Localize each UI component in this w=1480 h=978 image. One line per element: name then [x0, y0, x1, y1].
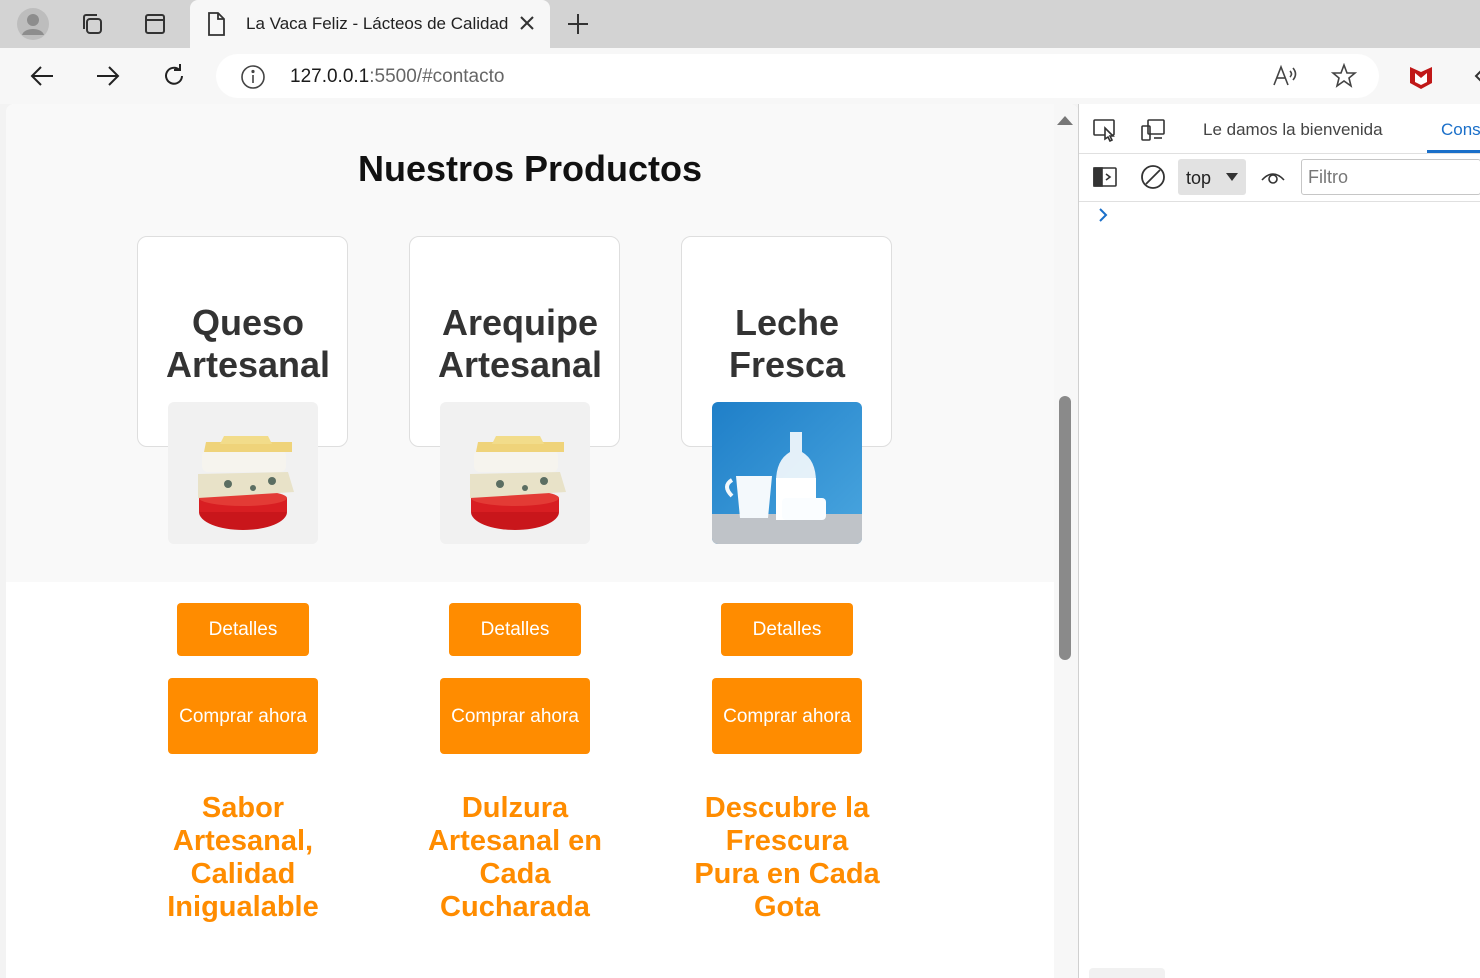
- arrow-right-icon: [97, 66, 120, 86]
- context-selector-value: top: [1186, 168, 1212, 188]
- new-tab-button[interactable]: [560, 6, 596, 42]
- tab-welcome[interactable]: Le damos la bienvenida: [1203, 120, 1383, 140]
- read-aloud-icon[interactable]: [1271, 63, 1299, 89]
- product-slogan: Descubre la Frescura Pura en Cada Gota: [694, 792, 880, 923]
- more-extensions-icon[interactable]: [1470, 62, 1480, 90]
- console-filter-input[interactable]: [1301, 159, 1480, 195]
- page-icon: [208, 12, 225, 36]
- product-title: Queso Artesanal: [165, 302, 331, 385]
- site-info-icon[interactable]: [240, 64, 266, 90]
- scrollbar-thumb[interactable]: [1059, 396, 1071, 660]
- back-button[interactable]: [24, 58, 60, 94]
- mcafee-extension-icon[interactable]: [1406, 63, 1436, 91]
- buy-now-button[interactable]: Comprar ahora: [168, 678, 318, 754]
- context-selector[interactable]: top: [1178, 159, 1246, 195]
- active-tab[interactable]: La Vaca Feliz - Lácteos de Calidad: [190, 0, 550, 48]
- drawer-tab[interactable]: [1089, 968, 1165, 978]
- buy-now-button[interactable]: Comprar ahora: [712, 678, 862, 754]
- arrow-left-icon: [30, 66, 53, 86]
- address-bar[interactable]: 127.0.0.1:5500/#contacto: [216, 54, 1379, 98]
- refresh-icon: [165, 64, 183, 85]
- cheese-stack-image: [168, 402, 318, 544]
- details-button[interactable]: Detalles: [721, 603, 853, 656]
- active-tab-indicator: [1427, 150, 1480, 153]
- console-toolbar: top: [1079, 154, 1480, 202]
- cheese-stack-image: [440, 402, 590, 544]
- milk-bottles-image: [712, 402, 862, 544]
- close-tab-icon[interactable]: [516, 12, 538, 34]
- chevron-down-icon: [1226, 173, 1238, 181]
- url-text: 127.0.0.1:5500/#contacto: [290, 66, 504, 88]
- clear-console-icon[interactable]: [1139, 163, 1167, 191]
- favorite-star-icon[interactable]: [1331, 63, 1357, 89]
- reload-button[interactable]: [156, 58, 192, 94]
- workspaces-icon[interactable]: [74, 6, 110, 42]
- product-title: Leche Fresca: [728, 302, 846, 385]
- browser-tab-strip: La Vaca Feliz - Lácteos de Calidad: [0, 0, 1480, 48]
- tab-actions-icon[interactable]: [137, 6, 173, 42]
- console-prompt-chevron-icon[interactable]: [1097, 206, 1109, 224]
- details-button[interactable]: Detalles: [177, 603, 309, 656]
- devtools-tab-bar: Le damos la bienvenida Cons: [1079, 104, 1480, 154]
- browser-toolbar: 127.0.0.1:5500/#contacto: [0, 48, 1480, 104]
- plus-icon: [568, 14, 588, 34]
- url-path: :5500/#contacto: [369, 66, 505, 87]
- device-emulation-icon[interactable]: [1139, 116, 1167, 144]
- buy-now-button[interactable]: Comprar ahora: [440, 678, 590, 754]
- tab-title: La Vaca Feliz - Lácteos de Calidad: [246, 14, 509, 33]
- forward-button[interactable]: [90, 58, 126, 94]
- profile-avatar-icon[interactable]: [15, 6, 51, 42]
- product-title: Arequipe Artesanal: [437, 302, 603, 385]
- scroll-up-arrow-icon[interactable]: [1057, 116, 1073, 125]
- devtools-panel: Le damos la bienvenida Cons top: [1078, 104, 1480, 978]
- url-host: 127.0.0.1: [290, 66, 370, 87]
- product-slogan: Dulzura Artesanal en Cada Cucharada: [427, 792, 603, 923]
- section-title: Nuestros Productos: [357, 148, 703, 189]
- live-expression-eye-icon[interactable]: [1259, 163, 1287, 191]
- tab-console[interactable]: Cons: [1441, 120, 1480, 140]
- product-slogan: Sabor Artesanal, Calidad Inigualable: [167, 792, 319, 923]
- details-button[interactable]: Detalles: [449, 603, 581, 656]
- inspect-element-icon[interactable]: [1091, 116, 1119, 144]
- page-viewport: Nuestros Productos Queso Artesanal Detal…: [6, 104, 1078, 978]
- sidebar-toggle-icon[interactable]: [1091, 163, 1119, 191]
